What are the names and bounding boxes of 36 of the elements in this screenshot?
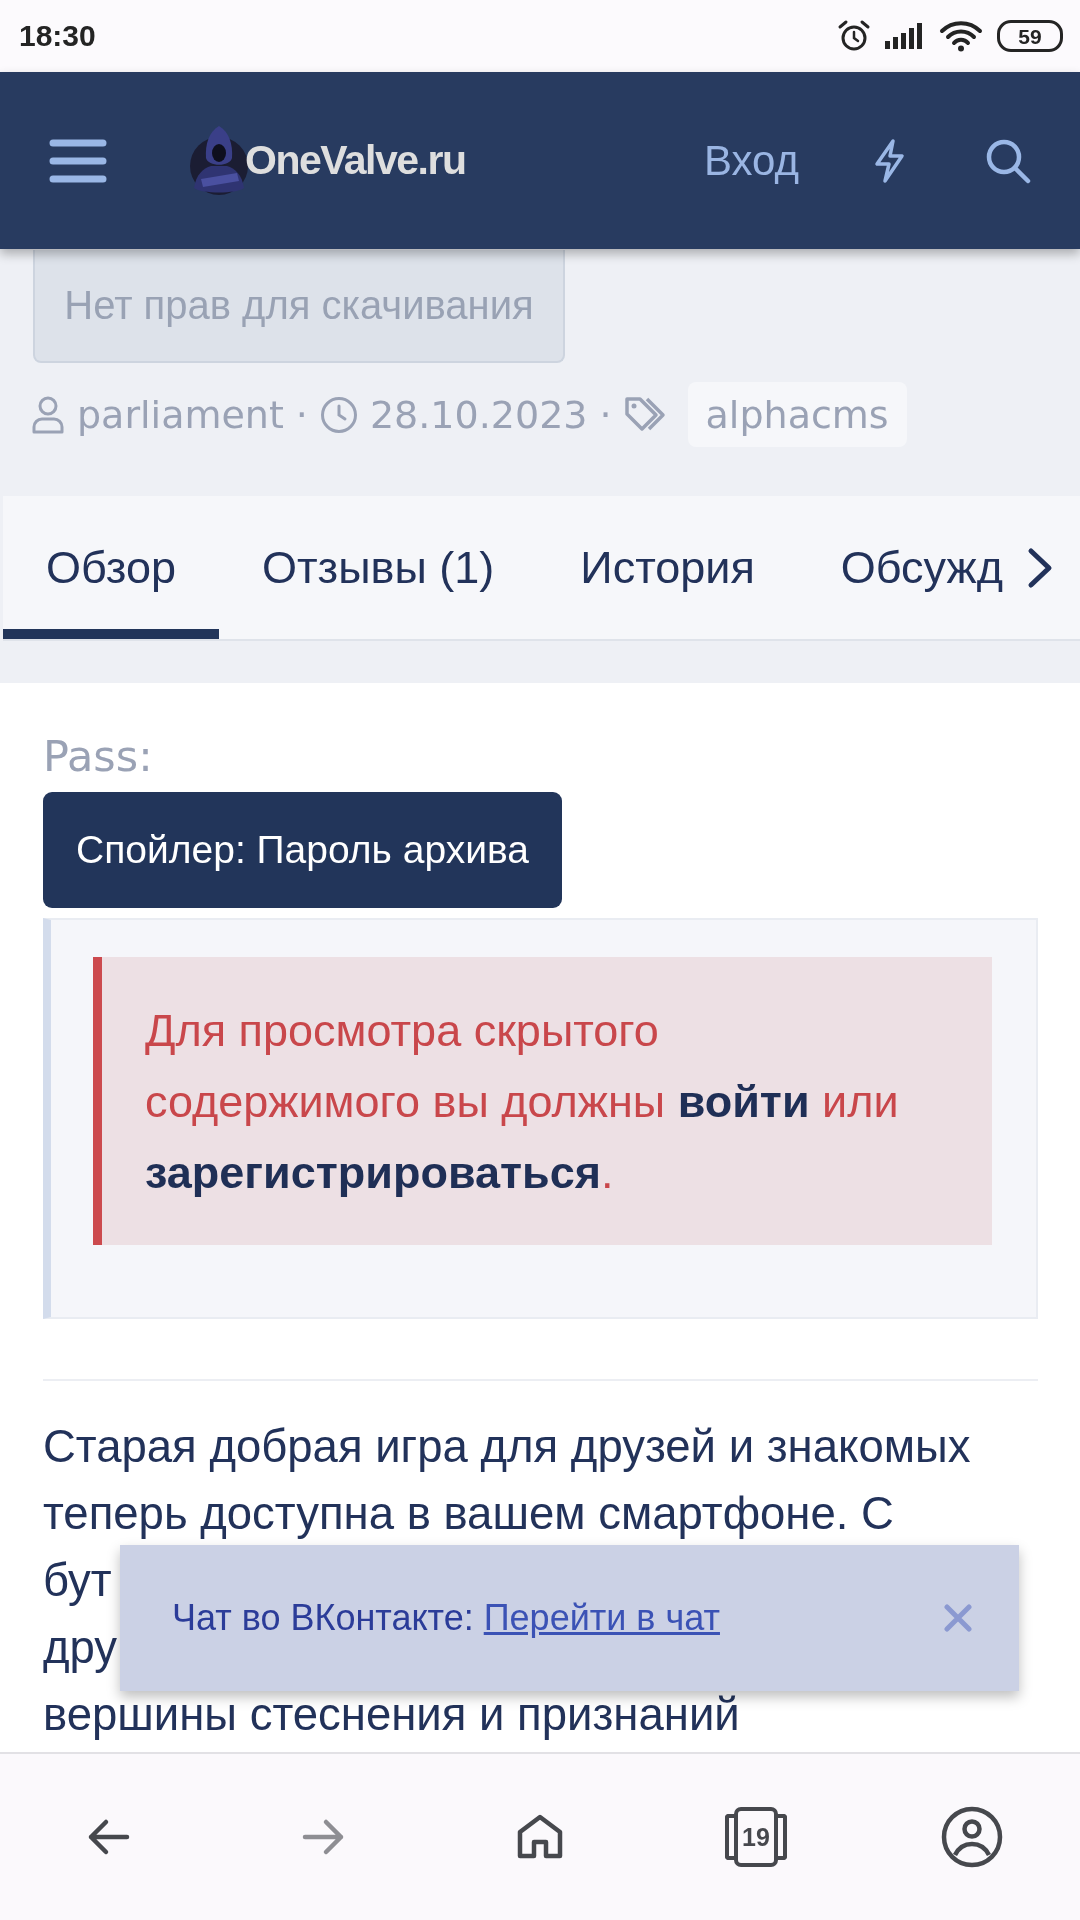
body-text-line: бут	[43, 1554, 112, 1608]
body-text-line: Старая добрая игра для друзей и знакомых	[43, 1420, 971, 1474]
toast-text: Чат во ВКонтакте: Перейти в чат	[172, 1597, 720, 1639]
notice-link[interactable]: войти	[677, 1076, 810, 1127]
menu-icon	[48, 137, 108, 184]
wifi-icon	[939, 20, 983, 52]
pass-label: Pass:	[43, 731, 153, 781]
search-button[interactable]	[985, 137, 1031, 184]
profile-icon	[941, 1806, 1003, 1868]
battery-indicator: 59	[997, 20, 1063, 52]
signal-icon	[885, 23, 925, 49]
close-icon	[944, 1604, 972, 1632]
profile-button[interactable]	[941, 1806, 1003, 1868]
notice-link[interactable]: зарегистрироваться	[145, 1147, 601, 1198]
separator-dot: ·	[295, 392, 308, 437]
chevron-right-icon	[1026, 545, 1054, 590]
tab[interactable]: Отзывы (1)	[218, 496, 538, 639]
alarm-clock-icon	[837, 19, 871, 53]
login-link[interactable]: Вход	[704, 136, 799, 185]
separator-dot: ·	[599, 392, 612, 437]
post-date: 28.10.2023	[369, 392, 588, 437]
tab[interactable]: Обсужд	[797, 496, 1018, 639]
body-text-line: дру	[43, 1621, 118, 1675]
site-logo-link[interactable]: OneValve.ru	[189, 121, 466, 200]
notice-text: Для просмотра скрытого содержимого вы должны войти или зарегистрироваться.	[145, 1004, 900, 1200]
user-icon	[31, 395, 65, 434]
tab[interactable]: Обзор	[3, 496, 219, 639]
status-time: 18:30	[19, 19, 96, 53]
clock-icon	[319, 395, 358, 434]
spoiler-button[interactable]: Спойлер: Пароль архива	[43, 792, 562, 908]
menu-button[interactable]	[48, 137, 108, 184]
chat-link[interactable]: Перейти в чат	[483, 1597, 720, 1638]
search-icon	[985, 137, 1031, 184]
tab[interactable]: История	[537, 496, 798, 639]
body-text-line: вершины стеснения и признаний	[43, 1688, 740, 1742]
body-text-line: теперь доступна в вашем смартфоне. С	[43, 1487, 894, 1541]
